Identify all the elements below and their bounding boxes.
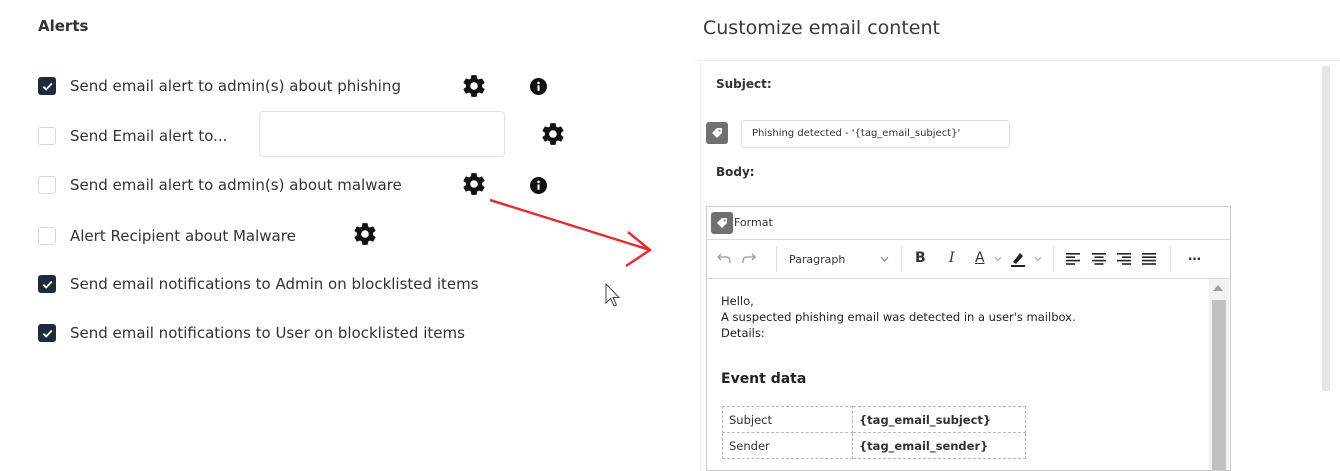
alert-row-malware: Send email alert to admin(s) about malwa… — [38, 173, 402, 197]
format-tag-button[interactable] — [711, 212, 733, 234]
phishing-alert-label: Send email alert to admin(s) about phish… — [70, 77, 401, 95]
chevron-down-icon — [880, 256, 889, 262]
alerts-heading: Alerts — [38, 17, 89, 35]
gear-icon[interactable] — [352, 221, 378, 247]
admin-blocklist-label: Send email notifications to Admin on blo… — [70, 275, 479, 293]
user-blocklist-checkbox[interactable] — [38, 324, 56, 342]
paragraph-select[interactable]: Paragraph — [789, 253, 845, 266]
user-blocklist-label: Send email notifications to User on bloc… — [70, 324, 465, 342]
admin-blocklist-checkbox[interactable] — [38, 275, 56, 293]
scroll-up-arrow-icon[interactable] — [1213, 285, 1223, 291]
chevron-down-icon — [1034, 256, 1042, 262]
checkmark-icon — [42, 82, 52, 91]
annotation-arrow-icon — [489, 198, 653, 268]
subject-label: Subject: — [716, 77, 772, 91]
tag-icon — [712, 128, 722, 138]
info-icon[interactable] — [530, 78, 547, 95]
malware-alert-checkbox[interactable] — [38, 176, 56, 194]
table-row: Subject {tag_email_subject} — [722, 406, 1026, 433]
toolbar-separator — [1170, 246, 1171, 272]
align-left-icon[interactable] — [1066, 253, 1080, 265]
italic-button[interactable]: I — [949, 250, 955, 266]
table-value-cell: {tag_email_subject} — [852, 406, 1026, 433]
subject-input[interactable]: Phishing detected - '{tag_email_subject}… — [741, 120, 1010, 148]
editor-scrollbar-thumb[interactable] — [1212, 300, 1226, 470]
body-paragraph: A suspected phishing email was detected … — [721, 310, 1076, 324]
event-data-table: Subject {tag_email_subject} Sender {tag_… — [722, 406, 1026, 459]
recipient-email-input[interactable] — [259, 111, 505, 157]
editor-toolbar: Paragraph B I A … — [707, 240, 1230, 279]
mouse-cursor-icon — [605, 283, 621, 307]
gear-icon[interactable] — [540, 121, 566, 147]
format-bar: Format — [707, 207, 1230, 240]
bold-button[interactable]: B — [915, 250, 926, 266]
alert-row-user-blocklist: Send email notifications to User on bloc… — [38, 321, 465, 345]
recipient-malware-label: Alert Recipient about Malware — [70, 227, 296, 245]
alert-row-admin-blocklist: Send email notifications to Admin on blo… — [38, 272, 479, 296]
table-row: Sender {tag_email_sender} — [722, 432, 1026, 459]
toolbar-separator — [901, 246, 902, 272]
phishing-alert-checkbox[interactable] — [38, 77, 56, 95]
align-center-icon[interactable] — [1092, 253, 1106, 265]
custom-recipient-label: Send Email alert to... — [70, 127, 228, 145]
recipient-malware-checkbox[interactable] — [38, 227, 56, 245]
format-label: Format — [734, 216, 773, 229]
alert-row-recipient-malware: Alert Recipient about Malware — [38, 224, 296, 248]
more-options-button[interactable]: … — [1188, 249, 1201, 264]
toolbar-separator — [1053, 246, 1054, 272]
malware-alert-label: Send email alert to admin(s) about malwa… — [70, 176, 402, 194]
align-justify-icon[interactable] — [1142, 253, 1156, 265]
body-details-label: Details: — [721, 326, 765, 340]
body-greeting: Hello, — [721, 294, 754, 308]
editor-content[interactable]: Hello, A suspected phishing email was de… — [707, 279, 1230, 470]
checkmark-icon — [42, 329, 52, 338]
event-data-heading: Event data — [721, 371, 807, 387]
checkmark-icon — [42, 280, 52, 289]
tag-icon — [717, 218, 727, 228]
undo-icon[interactable] — [717, 252, 731, 264]
panel-scrollbar[interactable] — [1322, 66, 1330, 391]
highlight-pen-icon[interactable] — [1009, 250, 1027, 268]
header-divider — [695, 60, 1340, 61]
gear-icon[interactable] — [461, 73, 487, 99]
table-key-cell: Subject — [722, 406, 853, 433]
table-key-cell: Sender — [722, 432, 853, 459]
body-editor: Format Paragraph B I A … Hello, A suspec… — [706, 206, 1231, 471]
body-label: Body: — [716, 165, 755, 179]
custom-recipient-checkbox[interactable] — [38, 127, 56, 145]
alert-row-custom-recipient: Send Email alert to... — [38, 124, 227, 148]
redo-icon[interactable] — [742, 252, 756, 264]
toolbar-separator — [776, 246, 777, 272]
subject-tag-button[interactable] — [706, 122, 728, 144]
align-right-icon[interactable] — [1117, 253, 1131, 265]
font-color-button[interactable]: A — [975, 250, 985, 266]
table-value-cell: {tag_email_sender} — [852, 432, 1026, 459]
chevron-down-icon — [994, 256, 1002, 262]
customize-email-title: Customize email content — [703, 17, 940, 39]
alert-row-phishing: Send email alert to admin(s) about phish… — [38, 74, 401, 98]
